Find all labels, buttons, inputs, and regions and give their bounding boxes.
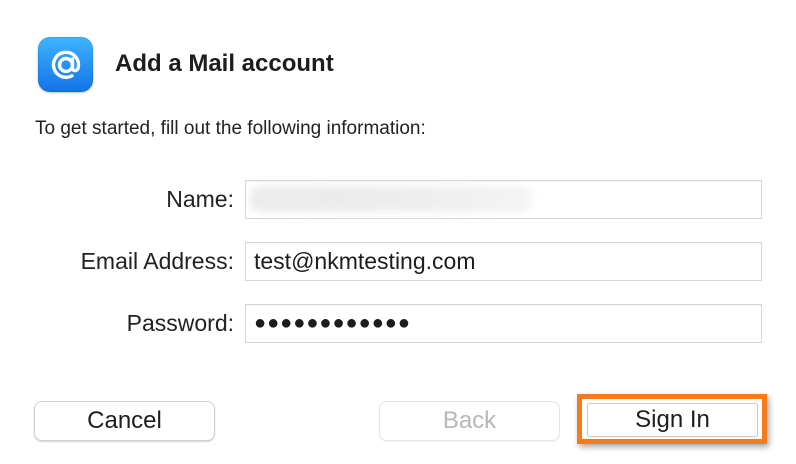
password-label: Password: [126, 310, 234, 336]
dialog-title: Add a Mail account [115, 50, 334, 77]
email-field[interactable] [245, 242, 762, 281]
name-label: Name: [166, 186, 234, 212]
sign-in-button[interactable]: Sign In [587, 403, 758, 437]
email-label: Email Address: [80, 248, 234, 274]
intro-text: To get started, fill out the following i… [35, 118, 426, 139]
name-field[interactable] [245, 180, 762, 219]
cancel-button[interactable]: Cancel [34, 401, 215, 441]
password-field[interactable] [245, 304, 762, 343]
mail-app-icon [38, 37, 93, 92]
back-button[interactable]: Back [379, 401, 560, 441]
at-sign-icon [51, 50, 80, 79]
add-mail-account-dialog: Add a Mail account To get started, fill … [0, 0, 796, 464]
